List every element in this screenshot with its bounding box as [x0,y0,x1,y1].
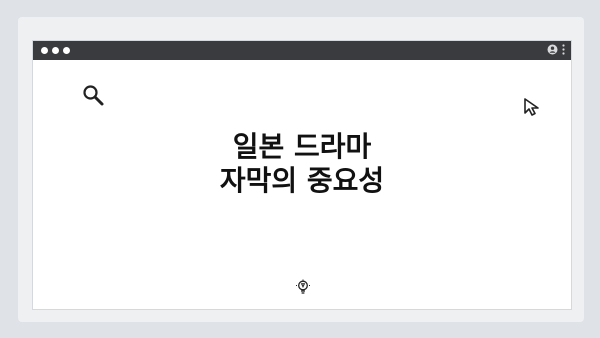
title-line-1: 일본 드라마 [232,130,372,163]
browser-window: 일본 드라마 자막의 중요성 [32,40,572,310]
more-vertical-icon[interactable] [562,44,565,55]
titlebar-actions [547,44,565,55]
search-icon [81,83,105,111]
cursor-icon [523,97,543,121]
canvas: 일본 드라마 자막의 중요성 [0,0,600,338]
window-controls [41,47,70,54]
page-content: 일본 드라마 자막의 중요성 [33,60,571,309]
minimize-dot-icon[interactable] [52,47,59,54]
window-titlebar [33,41,571,60]
lightbulb-icon [296,279,310,299]
title-line-2: 자막의 중요성 [219,164,385,197]
maximize-dot-icon[interactable] [63,47,70,54]
user-icon[interactable] [547,44,558,55]
close-dot-icon[interactable] [41,47,48,54]
page-title: 일본 드라마 자막의 중요성 [33,130,571,198]
